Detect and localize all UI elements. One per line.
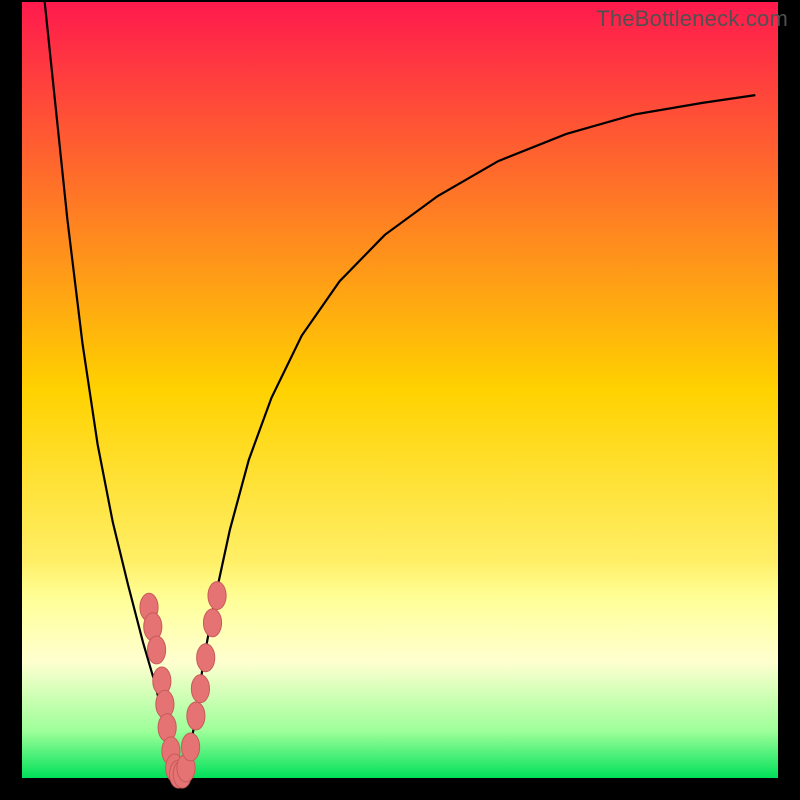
watermark-label: TheBottleneck.com [596, 6, 788, 32]
chart-plot-area [22, 2, 778, 778]
marker-point [182, 733, 200, 761]
marker-point [187, 702, 205, 730]
chart-canvas [0, 0, 800, 800]
marker-point [148, 636, 166, 664]
marker-point [203, 609, 221, 637]
marker-point [208, 582, 226, 610]
marker-point [197, 644, 215, 672]
marker-point [191, 675, 209, 703]
bottleneck-chart: TheBottleneck.com [0, 0, 800, 800]
